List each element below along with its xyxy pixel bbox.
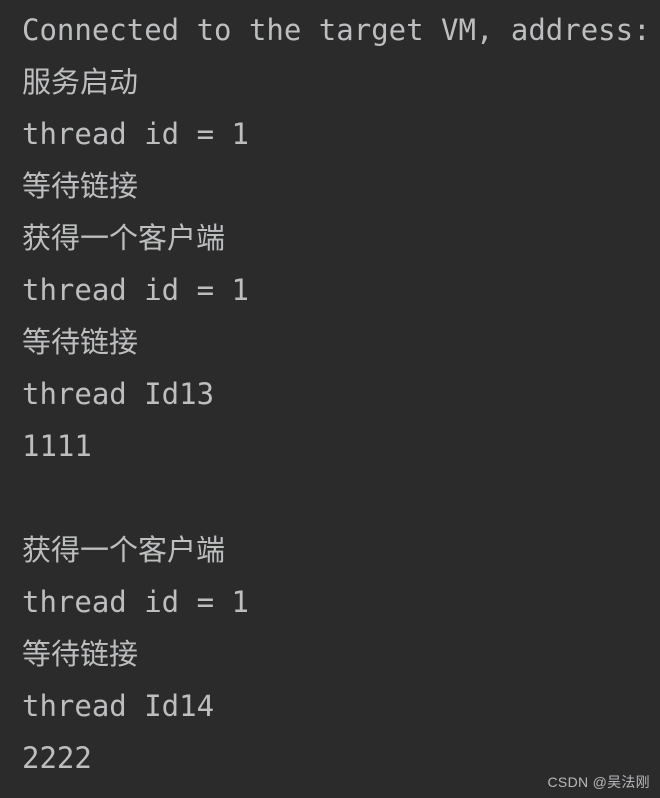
console-line: 获得一个客户端 xyxy=(22,221,226,255)
console-line: thread id = 1 xyxy=(22,585,249,619)
csdn-watermark: CSDN @吴法刚 xyxy=(547,774,650,790)
console-line: thread Id14 xyxy=(22,689,215,723)
console-line: thread id = 1 xyxy=(22,117,249,151)
console-line: 等待链接 xyxy=(22,169,139,203)
console-line: thread id = 1 xyxy=(22,273,249,307)
console-line: 服务启动 xyxy=(22,65,139,99)
console-window: Connected to the target VM, address: 服务启动… xyxy=(0,0,660,798)
console-line: 获得一个客户端 xyxy=(22,533,226,567)
console-line: 等待链接 xyxy=(22,637,139,671)
console-line: 等待链接 xyxy=(22,325,139,359)
console-line: 1111 xyxy=(22,429,92,463)
console-output-text-area[interactable]: Connected to the target VM, address: 服务启动… xyxy=(0,0,660,784)
console-line: thread Id13 xyxy=(22,377,215,411)
console-line: Connected to the target VM, address: xyxy=(22,13,651,47)
